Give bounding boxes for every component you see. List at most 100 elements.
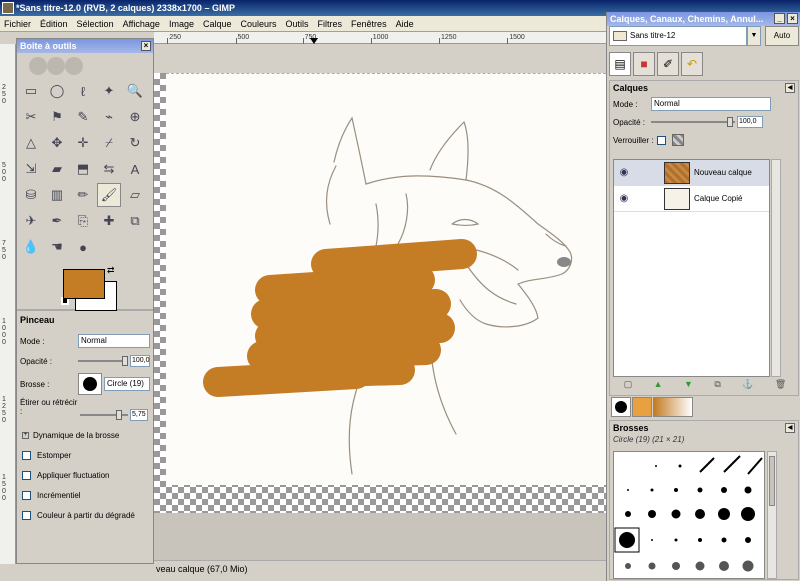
tab-patterns[interactable] xyxy=(632,397,652,417)
option-checkbox[interactable] xyxy=(22,470,31,480)
menu-item-image[interactable]: Image xyxy=(169,19,194,29)
tab-gradients[interactable] xyxy=(653,397,693,417)
expand-icon[interactable]: + xyxy=(22,431,29,439)
shear-icon[interactable]: ▰ xyxy=(45,157,69,181)
scale-spin[interactable]: 5,75 xyxy=(130,409,148,421)
panel-menu-icon[interactable]: ◀ xyxy=(785,423,795,433)
anchor-layer-icon[interactable]: ⚓ xyxy=(742,379,753,393)
perspective-clone-icon[interactable]: ⧉ xyxy=(123,209,147,233)
move-icon[interactable]: ✥ xyxy=(45,131,69,155)
tab-brushes[interactable] xyxy=(611,397,631,417)
tab-paths[interactable]: ✐ xyxy=(657,52,679,76)
scale-slider[interactable] xyxy=(80,410,128,420)
layer-list-scrollbar[interactable] xyxy=(771,159,781,377)
brush-dynamics-toggle[interactable]: Dynamique de la brosse xyxy=(33,431,119,440)
menu-item-filtres[interactable]: Filtres xyxy=(318,19,343,29)
option-checkbox[interactable] xyxy=(22,510,31,520)
swap-colors-icon[interactable]: ⇄ xyxy=(107,265,115,276)
scale-icon[interactable]: ⇲ xyxy=(19,157,43,181)
scissors-icon[interactable]: ✂ xyxy=(19,105,43,129)
brush-grid-scrollbar[interactable] xyxy=(767,451,777,579)
scrollbar-thumb[interactable] xyxy=(769,456,775,506)
menu-item-calque[interactable]: Calque xyxy=(203,19,232,29)
paths-icon[interactable]: ✎ xyxy=(71,105,95,129)
foreground-color-swatch[interactable] xyxy=(63,269,105,299)
tab-channels[interactable]: ■ xyxy=(633,52,655,76)
menu-item-selection[interactable]: Sélection xyxy=(77,19,114,29)
layer-opacity-slider[interactable] xyxy=(651,117,735,127)
measure-icon[interactable]: △ xyxy=(19,131,43,155)
brush-thumb xyxy=(721,537,727,543)
layer-opacity-spin[interactable]: 100,0 xyxy=(737,116,763,128)
bucket-fill-icon[interactable]: ⛁ xyxy=(19,183,43,207)
panel-menu-icon[interactable]: ◀ xyxy=(785,83,795,93)
lasso-icon[interactable]: ℓ xyxy=(71,79,95,103)
clone-icon[interactable]: ⎘ xyxy=(71,209,95,233)
delete-layer-icon[interactable]: 🗑 xyxy=(775,379,786,393)
layer-opacity-knob[interactable] xyxy=(727,117,733,127)
menu-item-fichier[interactable]: Fichier xyxy=(4,19,31,29)
airbrush-icon[interactable]: ✈ xyxy=(19,209,43,233)
image-canvas[interactable] xyxy=(166,73,606,485)
brush-grid[interactable] xyxy=(613,451,765,579)
ellipse-select-icon[interactable]: ◯ xyxy=(45,79,69,103)
color-picker-icon[interactable]: ⌁ xyxy=(97,105,121,129)
close-icon[interactable]: × xyxy=(787,13,798,24)
option-checkbox[interactable] xyxy=(22,450,31,460)
new-layer-icon[interactable]: ▢ xyxy=(624,379,633,393)
fuzzy-select-icon[interactable]: ✦ xyxy=(97,79,121,103)
align-icon[interactable]: ✛ xyxy=(71,131,95,155)
duplicate-layer-icon[interactable]: ⧉ xyxy=(714,379,720,393)
auto-button[interactable]: Auto xyxy=(765,26,799,46)
wilber-drop-zone[interactable] xyxy=(17,53,153,79)
rotate-icon[interactable]: ↻ xyxy=(123,131,147,155)
tab-undo[interactable]: ↶ xyxy=(681,52,703,76)
raise-layer-icon[interactable]: ▲ xyxy=(654,379,663,393)
brush-name-field[interactable]: Circle (19) xyxy=(104,377,150,391)
flip-icon[interactable]: ⇆ xyxy=(97,157,121,181)
menu-item-couleurs[interactable]: Couleurs xyxy=(241,19,277,29)
layer-mode-select[interactable]: Normal xyxy=(651,97,771,111)
menu-item-edition[interactable]: Édition xyxy=(40,19,68,29)
menu-item-outils[interactable]: Outils xyxy=(286,19,309,29)
pencil-icon[interactable]: ✏ xyxy=(71,183,95,207)
gradient-icon[interactable]: ▥ xyxy=(45,183,69,207)
ink-icon[interactable]: ✒ xyxy=(45,209,69,233)
tab-layers[interactable]: ▤ xyxy=(609,52,631,76)
blur-icon[interactable]: 💧 xyxy=(19,235,43,259)
brush-preview[interactable] xyxy=(78,373,102,395)
minimize-icon[interactable]: _ xyxy=(774,13,785,24)
option-checkbox[interactable] xyxy=(22,490,31,500)
zoom-icon[interactable]: 🔍 xyxy=(123,79,147,103)
layer-row[interactable]: ◉ Nouveau calque xyxy=(614,160,769,186)
opacity-spin[interactable]: 100,0 xyxy=(130,355,150,367)
rect-select-icon[interactable]: ▭ xyxy=(19,79,43,103)
menu-item-fenetres[interactable]: Fenêtres xyxy=(351,19,387,29)
text-icon[interactable]: A xyxy=(123,157,147,181)
image-selector[interactable]: Sans titre-12 xyxy=(609,26,747,46)
layer-row[interactable]: ◉ Calque Copié xyxy=(614,186,769,212)
eraser-icon[interactable]: ▱ xyxy=(123,183,147,207)
menu-item-aide[interactable]: Aide xyxy=(396,19,414,29)
chevron-down-icon[interactable]: ▼ xyxy=(747,26,761,46)
perspective-icon[interactable]: ⬒ xyxy=(71,157,95,181)
lower-layer-icon[interactable]: ▼ xyxy=(684,379,693,393)
smudge-icon[interactable]: ☚ xyxy=(45,235,69,259)
visibility-eye-icon[interactable]: ◉ xyxy=(614,193,634,204)
foreground-select-icon[interactable]: ⚑ xyxy=(45,105,69,129)
opacity-slider-knob[interactable] xyxy=(122,356,128,366)
crop-icon[interactable]: ⌿ xyxy=(97,131,121,155)
dodge-burn-icon[interactable]: ● xyxy=(71,235,95,259)
toolbox-close-icon[interactable]: × xyxy=(141,41,151,51)
lock-alpha-icon[interactable] xyxy=(672,134,684,146)
canvas-area[interactable] xyxy=(154,45,606,563)
mode-select[interactable]: Normal xyxy=(78,334,150,348)
menu-item-affichage[interactable]: Affichage xyxy=(123,19,160,29)
lock-pixels-checkbox[interactable] xyxy=(657,135,666,145)
magnify-icon[interactable]: ⊕ xyxy=(123,105,147,129)
scale-slider-knob[interactable] xyxy=(116,410,122,420)
paintbrush-icon[interactable]: 🖌 xyxy=(97,183,121,207)
opacity-slider[interactable] xyxy=(78,356,128,366)
heal-icon[interactable]: ✚ xyxy=(97,209,121,233)
visibility-eye-icon[interactable]: ◉ xyxy=(614,167,634,178)
